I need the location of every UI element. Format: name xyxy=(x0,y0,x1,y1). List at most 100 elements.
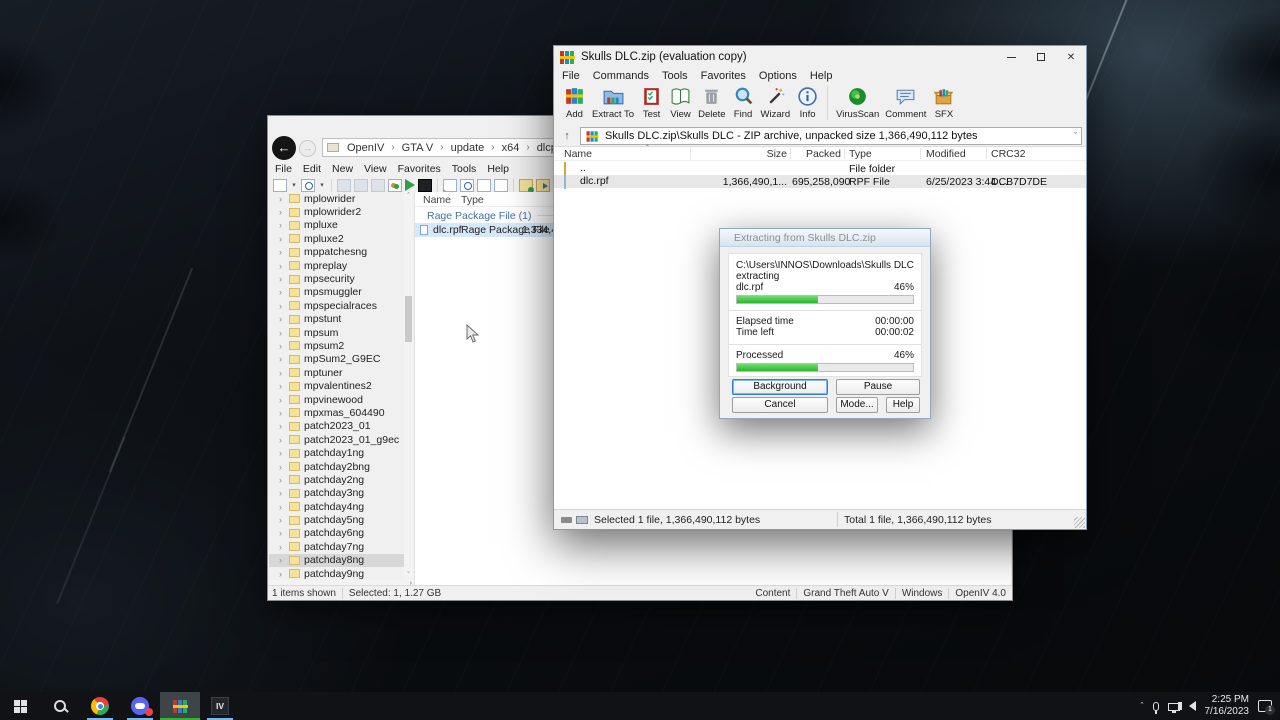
maximize-button[interactable] xyxy=(1026,46,1056,68)
chevron-right-icon[interactable] xyxy=(279,314,289,324)
view-button[interactable]: View xyxy=(666,84,695,121)
tree-item[interactable]: patchday2ng xyxy=(269,473,404,486)
tree-item[interactable]: patchday9ng xyxy=(269,567,404,580)
status-game[interactable]: Grand Theft Auto V xyxy=(803,588,888,599)
tree-item[interactable]: patchday7ng xyxy=(269,540,404,553)
up-one-level-button[interactable]: ↑ xyxy=(558,128,576,145)
menu-tools[interactable]: Tools xyxy=(662,70,688,82)
tree-item[interactable]: mpsum xyxy=(269,326,404,339)
search-button[interactable] xyxy=(40,692,80,720)
column-header-crc32[interactable]: CRC32 xyxy=(991,148,1025,160)
new-file-icon[interactable] xyxy=(273,179,287,192)
scroll-up-icon[interactable]: ˆ xyxy=(404,193,413,200)
tree-item[interactable]: patchday2bng xyxy=(269,460,404,473)
taskbar-clock[interactable]: 2:25 PM 7/16/2023 xyxy=(1205,694,1250,719)
tree-item[interactable]: patch2023_01 xyxy=(269,420,404,433)
chevron-right-icon[interactable] xyxy=(279,261,289,271)
chevron-right-icon[interactable] xyxy=(279,301,289,311)
tree-item[interactable]: mpsmuggler xyxy=(269,286,404,299)
tree-item[interactable]: patchday8ng xyxy=(269,554,404,567)
taskbar-openiv-button[interactable]: IV xyxy=(200,692,240,720)
settings-icon[interactable] xyxy=(371,179,385,192)
chevron-right-icon[interactable] xyxy=(279,247,289,257)
pause-button[interactable]: Pause xyxy=(836,379,920,395)
info-button[interactable]: Info xyxy=(793,84,822,121)
find-button[interactable]: Find xyxy=(729,84,758,121)
chevron-right-icon[interactable] xyxy=(279,475,289,485)
tree-item[interactable]: patchday3ng xyxy=(269,487,404,500)
menu-edit[interactable]: Edit xyxy=(303,163,321,176)
add-button[interactable]: Add xyxy=(560,84,589,121)
close-button[interactable]: ✕ xyxy=(1056,46,1086,68)
profile-icon[interactable] xyxy=(388,179,402,192)
tree-item[interactable]: mptuner xyxy=(269,366,404,379)
column-header-name[interactable]: Name xyxy=(423,194,451,206)
disk-icon[interactable] xyxy=(576,516,588,524)
extract-to-button[interactable]: Extract To xyxy=(589,84,637,121)
chevron-right-icon[interactable] xyxy=(279,341,289,351)
show-hidden-icons-button[interactable]: ˆ xyxy=(1141,701,1144,711)
chevron-right-icon[interactable] xyxy=(279,448,289,458)
menu-tools[interactable]: Tools xyxy=(452,163,477,176)
breadcrumb-item[interactable]: update xyxy=(449,142,487,154)
minimize-button[interactable] xyxy=(996,46,1026,68)
chevron-right-icon[interactable] xyxy=(279,421,289,431)
menu-view[interactable]: View xyxy=(364,163,387,176)
chevron-right-icon[interactable] xyxy=(279,207,289,217)
chevron-right-icon[interactable] xyxy=(279,408,289,418)
edit-mode-icon[interactable] xyxy=(337,179,351,192)
tree-item[interactable]: mpsecurity xyxy=(269,272,404,285)
save-icon[interactable] xyxy=(354,179,368,192)
archive-path-combobox[interactable]: Skulls DLC.zip\Skulls DLC - ZIP archive,… xyxy=(580,127,1082,145)
column-header-name[interactable]: Name xyxy=(564,148,592,160)
taskbar-discord-button[interactable] xyxy=(120,692,160,720)
background-button[interactable]: Background xyxy=(732,379,828,395)
tree-item[interactable]: patchday1ng xyxy=(269,446,404,459)
tree-item[interactable]: patchday4ng xyxy=(269,500,404,513)
taskbar-chrome-button[interactable] xyxy=(80,692,120,720)
menu-options[interactable]: Options xyxy=(759,70,797,82)
chevron-right-icon[interactable] xyxy=(279,234,289,244)
scrollbar-thumb[interactable] xyxy=(405,296,412,342)
tree-item[interactable]: mpSum2_G9EC xyxy=(269,353,404,366)
tree-item[interactable]: mpvinewood xyxy=(269,393,404,406)
chevron-right-icon[interactable] xyxy=(279,528,289,538)
winrar-title-bar[interactable]: Skulls DLC.zip (evaluation copy) ✕ xyxy=(554,46,1086,68)
mode-button[interactable]: Mode... xyxy=(836,397,878,413)
comment-button[interactable]: Comment xyxy=(882,84,929,121)
chevron-right-icon[interactable] xyxy=(279,515,289,525)
play-icon[interactable] xyxy=(405,179,415,191)
breadcrumb-item[interactable]: x64 xyxy=(500,142,522,154)
tree-item[interactable]: patch2023_01_g9ec xyxy=(269,433,404,446)
console-icon[interactable] xyxy=(418,179,432,192)
chevron-right-icon[interactable] xyxy=(279,287,289,297)
column-header-type[interactable]: Type xyxy=(461,194,484,206)
tree-item[interactable]: mpvalentines2 xyxy=(269,379,404,392)
chevron-right-icon[interactable] xyxy=(279,502,289,512)
file-row-selected[interactable]: dlc.rpf 1,366,490,1... 695,258,090 RPF F… xyxy=(554,175,1086,188)
tree-item[interactable]: mplowrider xyxy=(269,192,404,205)
chevron-right-icon[interactable] xyxy=(279,381,289,391)
chevron-right-icon[interactable] xyxy=(279,274,289,284)
forward-button[interactable]: → xyxy=(299,140,316,157)
chevron-right-icon[interactable] xyxy=(279,569,289,579)
menu-favorites[interactable]: Favorites xyxy=(701,70,746,82)
open-content-icon[interactable] xyxy=(301,179,315,192)
help-button[interactable]: Help xyxy=(886,397,920,413)
test-button[interactable]: Test xyxy=(637,84,666,121)
chevron-right-icon[interactable] xyxy=(279,354,289,364)
sfx-button[interactable]: SFX xyxy=(929,84,958,121)
chevron-right-icon[interactable] xyxy=(279,542,289,552)
delete-button[interactable]: Delete xyxy=(695,84,728,121)
chevron-right-icon[interactable] xyxy=(279,328,289,338)
menu-file[interactable]: File xyxy=(275,163,292,176)
column-header-packed[interactable]: Packed xyxy=(792,148,841,160)
document-icon[interactable] xyxy=(477,179,491,192)
chevron-right-icon[interactable] xyxy=(279,395,289,405)
tree-item[interactable]: mpreplay xyxy=(269,259,404,272)
microphone-icon[interactable] xyxy=(1153,702,1159,711)
resize-grip[interactable] xyxy=(1074,517,1085,528)
chevron-right-icon[interactable] xyxy=(279,368,289,378)
chevron-right-icon[interactable] xyxy=(279,488,289,498)
chevron-down-icon[interactable]: ˇ xyxy=(1074,131,1077,141)
